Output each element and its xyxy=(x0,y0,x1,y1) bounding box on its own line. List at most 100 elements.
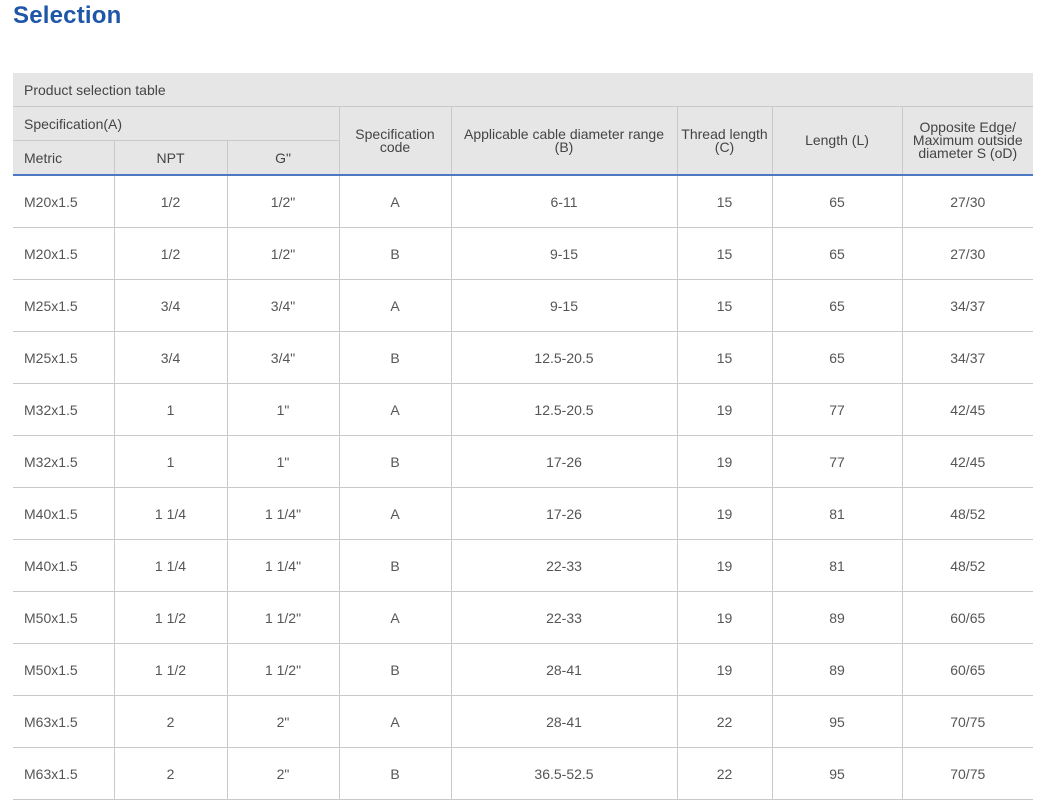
thread-length-cell: 19 xyxy=(677,487,773,540)
table-row: M20x1.5 1/2 1/2" B 9-15 15 65 27/30 xyxy=(13,227,1034,280)
cable-range-cell: 36.5-52.5 xyxy=(451,747,678,800)
cable-range-cell: 17-26 xyxy=(451,487,678,540)
cable-range-cell: 9-15 xyxy=(451,227,678,280)
cable-range-header: Applicable cable diameter range (B) xyxy=(451,106,678,176)
metric-cell: M25x1.5 xyxy=(13,279,115,332)
specification-group-header: Specification(A) xyxy=(13,106,340,141)
npt-cell: 2 xyxy=(114,747,228,800)
spec-code-cell: A xyxy=(339,695,452,748)
spec-code-cell: B xyxy=(339,227,452,280)
spec-code-cell: A xyxy=(339,487,452,540)
cable-range-cell: 12.5-20.5 xyxy=(451,331,678,384)
opposite-edge-cell: 48/52 xyxy=(902,487,1034,540)
g-cell: 1 1/2" xyxy=(227,591,340,644)
npt-cell: 1 1/4 xyxy=(114,487,228,540)
thread-length-cell: 19 xyxy=(677,539,773,592)
length-cell: 65 xyxy=(772,279,903,332)
thread-length-cell: 19 xyxy=(677,643,773,696)
length-cell: 77 xyxy=(772,383,903,436)
npt-cell: 1 xyxy=(114,383,228,436)
length-cell: 89 xyxy=(772,643,903,696)
thread-length-cell: 15 xyxy=(677,331,773,384)
g-cell: 3/4" xyxy=(227,331,340,384)
g-cell: 1 1/4" xyxy=(227,487,340,540)
opposite-edge-cell: 34/37 xyxy=(902,331,1034,384)
metric-cell: M40x1.5 xyxy=(13,539,115,592)
metric-cell: M50x1.5 xyxy=(13,591,115,644)
g-cell: 1 1/4" xyxy=(227,539,340,592)
npt-cell: 1/2 xyxy=(114,175,228,228)
table-row: M63x1.5 2 2" A 28-41 22 95 70/75 xyxy=(13,695,1034,748)
npt-cell: 1 1/4 xyxy=(114,539,228,592)
metric-cell: M32x1.5 xyxy=(13,383,115,436)
opposite-edge-cell: 42/45 xyxy=(902,435,1034,488)
metric-header: Metric xyxy=(13,140,115,176)
opposite-edge-cell: 70/75 xyxy=(902,747,1034,800)
table-caption: Product selection table xyxy=(13,73,1034,107)
length-cell: 95 xyxy=(772,695,903,748)
table-row: M50x1.5 1 1/2 1 1/2" B 28-41 19 89 60/65 xyxy=(13,643,1034,696)
opposite-edge-cell: 27/30 xyxy=(902,175,1034,228)
spec-code-cell: A xyxy=(339,591,452,644)
npt-cell: 2 xyxy=(114,695,228,748)
thread-length-cell: 22 xyxy=(677,747,773,800)
npt-cell: 3/4 xyxy=(114,331,228,384)
cable-range-cell: 17-26 xyxy=(451,435,678,488)
table-row: M32x1.5 1 1" B 17-26 19 77 42/45 xyxy=(13,435,1034,488)
metric-cell: M63x1.5 xyxy=(13,695,115,748)
table-row: M32x1.5 1 1" A 12.5-20.5 19 77 42/45 xyxy=(13,383,1034,436)
cable-range-cell: 12.5-20.5 xyxy=(451,383,678,436)
npt-cell: 3/4 xyxy=(114,279,228,332)
table-row: M20x1.5 1/2 1/2" A 6-11 15 65 27/30 xyxy=(13,175,1034,228)
thread-length-cell: 22 xyxy=(677,695,773,748)
cable-range-cell: 9-15 xyxy=(451,279,678,332)
header-group-row: Specification(A) Specification code Appl… xyxy=(13,106,1034,176)
cable-range-cell: 28-41 xyxy=(451,695,678,748)
metric-cell: M63x1.5 xyxy=(13,747,115,800)
opposite-edge-cell: 34/37 xyxy=(902,279,1034,332)
g-cell: 1" xyxy=(227,435,340,488)
opposite-edge-cell: 70/75 xyxy=(902,695,1034,748)
npt-cell: 1 1/2 xyxy=(114,643,228,696)
g-cell: 3/4" xyxy=(227,279,340,332)
table-body: M20x1.5 1/2 1/2" A 6-11 15 65 27/30 M20x1.5 1/2 1/… xyxy=(13,175,1034,800)
npt-cell: 1 1/2 xyxy=(114,591,228,644)
opposite-edge-cell: 60/65 xyxy=(902,591,1034,644)
spec-code-cell: B xyxy=(339,331,452,384)
metric-cell: M20x1.5 xyxy=(13,175,115,228)
g-cell: 1 1/2" xyxy=(227,643,340,696)
spec-code-cell: A xyxy=(339,175,452,228)
spec-code-cell: B xyxy=(339,643,452,696)
g-header: G" xyxy=(227,140,340,176)
table-header: Product selection table Specification(A)… xyxy=(13,73,1034,176)
opposite-edge-header: Opposite Edge/ Maximum outside diameter … xyxy=(902,106,1034,176)
metric-cell: M32x1.5 xyxy=(13,435,115,488)
thread-length-cell: 19 xyxy=(677,435,773,488)
thread-length-cell: 19 xyxy=(677,591,773,644)
g-cell: 1/2" xyxy=(227,227,340,280)
spec-code-header: Specification code xyxy=(339,106,452,176)
thread-length-header: Thread length (C) xyxy=(677,106,773,176)
length-cell: 81 xyxy=(772,487,903,540)
length-cell: 77 xyxy=(772,435,903,488)
opposite-edge-cell: 60/65 xyxy=(902,643,1034,696)
spec-code-cell: A xyxy=(339,279,452,332)
spec-code-cell: B xyxy=(339,539,452,592)
thread-length-cell: 15 xyxy=(677,279,773,332)
cable-range-cell: 28-41 xyxy=(451,643,678,696)
npt-cell: 1/2 xyxy=(114,227,228,280)
length-cell: 65 xyxy=(772,227,903,280)
spec-code-cell: A xyxy=(339,383,452,436)
spec-code-cell: B xyxy=(339,747,452,800)
length-cell: 95 xyxy=(772,747,903,800)
table-row: M40x1.5 1 1/4 1 1/4" B 22-33 19 81 48/52 xyxy=(13,539,1034,592)
cable-range-cell: 6-11 xyxy=(451,175,678,228)
thread-length-cell: 19 xyxy=(677,383,773,436)
opposite-edge-cell: 48/52 xyxy=(902,539,1034,592)
metric-cell: M40x1.5 xyxy=(13,487,115,540)
npt-cell: 1 xyxy=(114,435,228,488)
caption-row: Product selection table xyxy=(13,73,1034,107)
table-row: M25x1.5 3/4 3/4" A 9-15 15 65 34/37 xyxy=(13,279,1034,332)
table-row: M25x1.5 3/4 3/4" B 12.5-20.5 15 65 34/37 xyxy=(13,331,1034,384)
page-title: Selection xyxy=(13,2,122,29)
